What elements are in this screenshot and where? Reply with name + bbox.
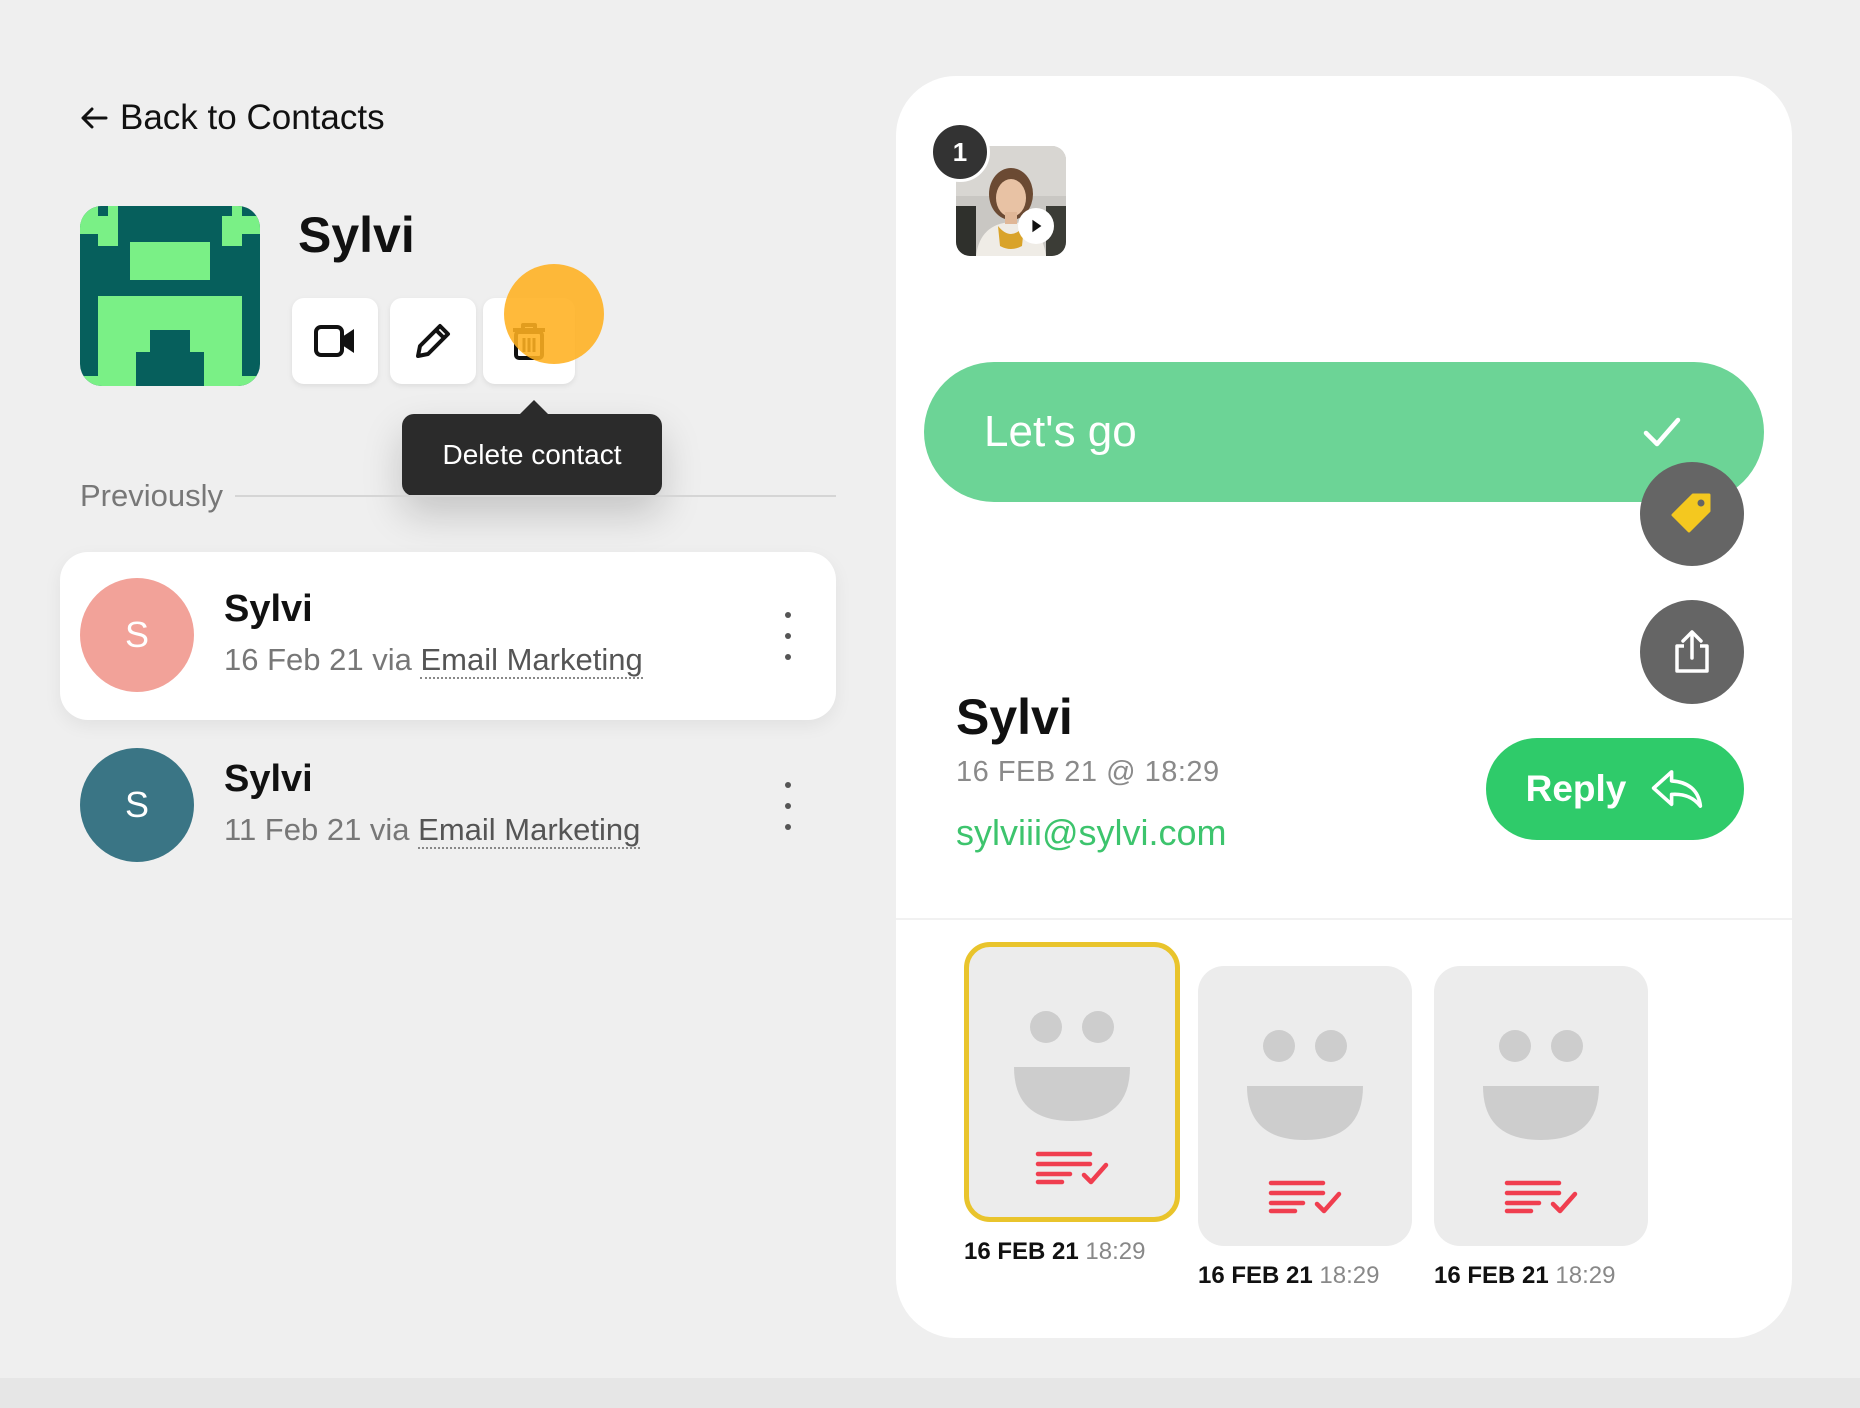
smiley-placeholder-icon [1247, 1030, 1363, 1140]
message-date-day: 16 FEB 21 [964, 1238, 1079, 1265]
share-icon [1675, 630, 1709, 673]
edit-contact-button[interactable] [390, 298, 476, 384]
message-date: 16 FEB 21 18:29 [1198, 1262, 1412, 1290]
message-thumbnail[interactable]: 16 FEB 21 18:29 [1434, 966, 1648, 1290]
message-thumbnail[interactable]: 16 FEB 21 18:29 [964, 942, 1180, 1266]
message-card [1198, 966, 1412, 1246]
viewed-status-icon [1504, 1180, 1578, 1214]
contact-name: Sylvi [298, 207, 415, 263]
video-count-badge: 1 [930, 122, 990, 182]
video-camera-icon [314, 325, 354, 357]
history-meta: 16 Feb 21 via Email Marketing [224, 642, 643, 679]
message-date-time: 18:29 [1555, 1262, 1616, 1289]
share-button[interactable] [1640, 600, 1744, 704]
divider-line [235, 495, 836, 497]
tag-icon [1671, 493, 1711, 533]
viewed-status-icon [1268, 1180, 1342, 1214]
message-date-day: 16 FEB 21 [1198, 1262, 1313, 1289]
history-name: Sylvi [224, 588, 313, 630]
more-options-icon[interactable] [776, 606, 800, 666]
viewed-status-icon [1035, 1151, 1109, 1185]
message-date-time: 18:29 [1085, 1238, 1146, 1265]
sender-email-link[interactable]: sylviii@sylvi.com [956, 812, 1227, 854]
arrow-left-icon [81, 107, 108, 129]
history-date: 16 Feb 21 via [224, 642, 412, 677]
history-item[interactable]: S Sylvi 11 Feb 21 via Email Marketing [60, 722, 836, 890]
cta-choice-button[interactable]: Let's go [924, 362, 1764, 502]
history-item[interactable]: S Sylvi 16 Feb 21 via Email Marketing [60, 552, 836, 720]
contact-avatar [80, 206, 260, 386]
pencil-icon [416, 324, 450, 358]
message-thumbnail[interactable]: 16 FEB 21 18:29 [1198, 966, 1412, 1290]
sender-timestamp: 16 FEB 21 @ 18:29 [956, 756, 1220, 788]
history-source-link[interactable]: Email Marketing [418, 812, 641, 849]
history-source-link[interactable]: Email Marketing [420, 642, 643, 679]
history-meta: 11 Feb 21 via Email Marketing [224, 812, 641, 849]
cta-label: Let's go [984, 407, 1137, 456]
avatar-initial: S [124, 784, 149, 825]
conversation-card: 1 Let's go Sylvi 16 FEB 21 @ 18:29 sylvi… [896, 76, 1792, 1338]
message-card [1434, 966, 1648, 1246]
reply-button[interactable]: Reply [1486, 738, 1744, 840]
message-date: 16 FEB 21 18:29 [964, 1238, 1180, 1266]
avatar: S [80, 578, 194, 692]
sender-name: Sylvi [956, 689, 1073, 745]
more-options-icon[interactable] [776, 776, 800, 836]
previously-label: Previously [80, 478, 223, 513]
tag-button[interactable] [1640, 462, 1744, 566]
message-date-time: 18:29 [1319, 1262, 1380, 1289]
record-video-button[interactable] [292, 298, 378, 384]
delete-contact-button[interactable] [483, 298, 575, 384]
message-date: 16 FEB 21 18:29 [1434, 1262, 1648, 1290]
back-label: Back to Contacts [120, 98, 385, 137]
smiley-placeholder-icon [1014, 1011, 1130, 1121]
reply-label: Reply [1525, 768, 1627, 809]
bottom-strip [0, 1378, 1860, 1408]
play-icon [1018, 208, 1054, 244]
message-card [964, 942, 1180, 1222]
previously-divider: Previously [80, 478, 836, 514]
avatar-initial: S [124, 614, 149, 655]
message-date-day: 16 FEB 21 [1434, 1262, 1549, 1289]
history-name: Sylvi [224, 758, 313, 800]
section-divider [896, 918, 1792, 920]
checkmark-icon [1643, 417, 1681, 447]
smiley-placeholder-icon [1483, 1030, 1599, 1140]
video-thumbnail[interactable]: 1 [930, 122, 1066, 256]
back-to-contacts-link[interactable]: Back to Contacts [78, 98, 385, 138]
avatar: S [80, 748, 194, 862]
trash-icon [513, 323, 545, 360]
history-date: 11 Feb 21 via [224, 812, 410, 847]
reply-arrow-icon [1652, 770, 1703, 808]
